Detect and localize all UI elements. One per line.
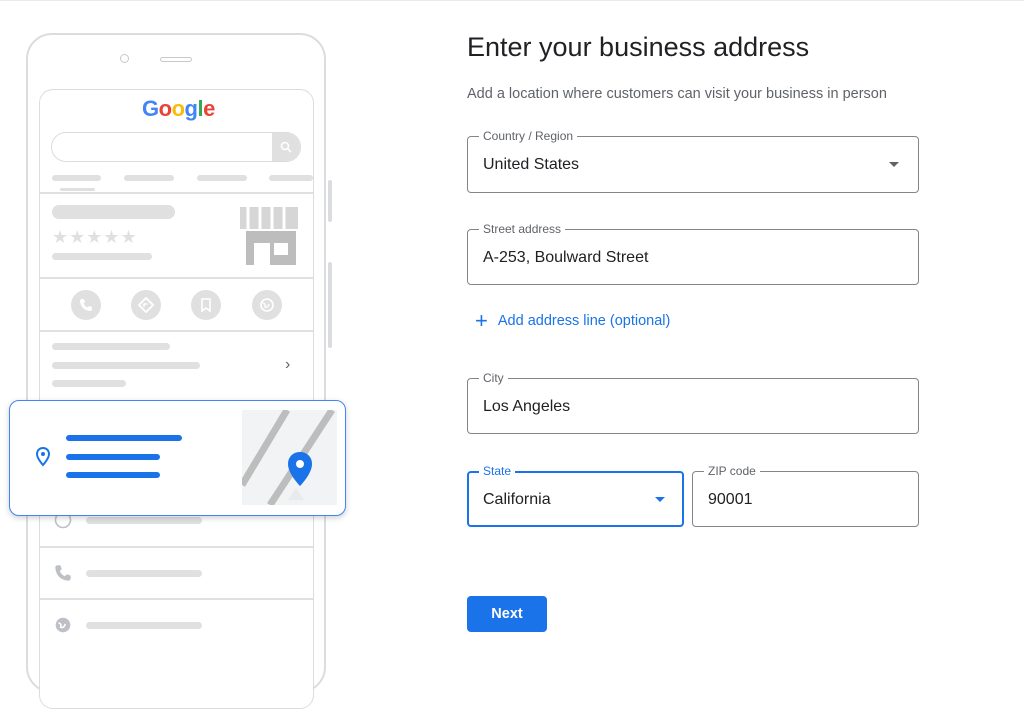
- business-profile-illustration: Google ★★★★★ ›: [0, 0, 360, 709]
- plus-icon: +: [475, 308, 488, 333]
- page-title: Enter your business address: [467, 32, 810, 62]
- map-pin-icon: [288, 452, 312, 486]
- street-address-field[interactable]: Street address A-253, Boulward Street: [467, 222, 919, 285]
- phone-side-button: [328, 262, 332, 348]
- directions-icon: [131, 290, 161, 320]
- divider: [40, 598, 313, 600]
- city-value: Los Angeles: [483, 398, 571, 415]
- add-address-line-button[interactable]: + Add address line (optional): [475, 308, 671, 333]
- divider: [40, 192, 313, 194]
- globe-icon: [252, 290, 282, 320]
- tab-underline: [60, 188, 95, 191]
- google-logo: Google: [142, 96, 215, 121]
- street-address-label: Street address: [479, 222, 566, 236]
- phone-camera: [120, 54, 129, 63]
- text-placeholder: [86, 570, 202, 577]
- tab-placeholder: [124, 175, 174, 181]
- business-name-placeholder: [52, 205, 175, 219]
- text-placeholder: [52, 380, 126, 387]
- divider: [40, 546, 313, 548]
- bookmark-icon: [191, 290, 221, 320]
- phone-speaker: [160, 57, 192, 62]
- zip-code-label: ZIP code: [704, 464, 760, 478]
- add-address-line-label: Add address line (optional): [497, 313, 671, 329]
- phone-screen: [39, 89, 314, 709]
- city-field[interactable]: City Los Angeles: [467, 371, 919, 434]
- page-subtitle: Add a location where customers can visit…: [467, 86, 887, 102]
- zip-code-value: 90001: [708, 491, 753, 508]
- tab-placeholder: [52, 175, 101, 181]
- location-pin-icon: [36, 447, 50, 467]
- next-button[interactable]: Next: [467, 596, 547, 632]
- search-icon: [272, 133, 300, 161]
- state-value: California: [483, 491, 551, 508]
- map-thumbnail: [238, 408, 337, 507]
- state-select[interactable]: State California: [467, 464, 684, 527]
- text-placeholder: [86, 622, 202, 629]
- phone-icon: [54, 564, 72, 587]
- divider: [40, 330, 313, 332]
- phone-icon: [71, 290, 101, 320]
- address-line-placeholder: [66, 454, 160, 460]
- dropdown-arrow-icon: [655, 497, 665, 502]
- address-line-placeholder: [66, 472, 160, 478]
- tab-placeholder: [197, 175, 247, 181]
- country-region-select[interactable]: Country / Region United States: [467, 129, 919, 193]
- search-bar-illustration: [51, 132, 301, 162]
- chevron-right-icon: ›: [285, 356, 291, 373]
- zip-code-field[interactable]: ZIP code 90001: [692, 464, 919, 527]
- phone-side-button: [328, 180, 332, 222]
- state-label: State: [479, 464, 516, 478]
- rating-stars: ★★★★★: [52, 227, 138, 247]
- text-placeholder: [52, 343, 170, 350]
- address-line-placeholder: [66, 435, 182, 441]
- text-placeholder: [52, 362, 200, 369]
- divider: [40, 277, 313, 279]
- text-placeholder: [52, 253, 152, 260]
- text-placeholder: [86, 517, 202, 524]
- city-label: City: [479, 371, 508, 385]
- tab-placeholder: [269, 175, 313, 181]
- street-address-value: A-253, Boulward Street: [483, 249, 649, 266]
- globe-icon: [54, 616, 72, 639]
- country-region-label: Country / Region: [479, 129, 578, 143]
- storefront-icon: [240, 207, 298, 265]
- country-region-value: United States: [483, 156, 580, 173]
- address-card-illustration: [9, 400, 346, 516]
- dropdown-arrow-icon: [889, 162, 899, 167]
